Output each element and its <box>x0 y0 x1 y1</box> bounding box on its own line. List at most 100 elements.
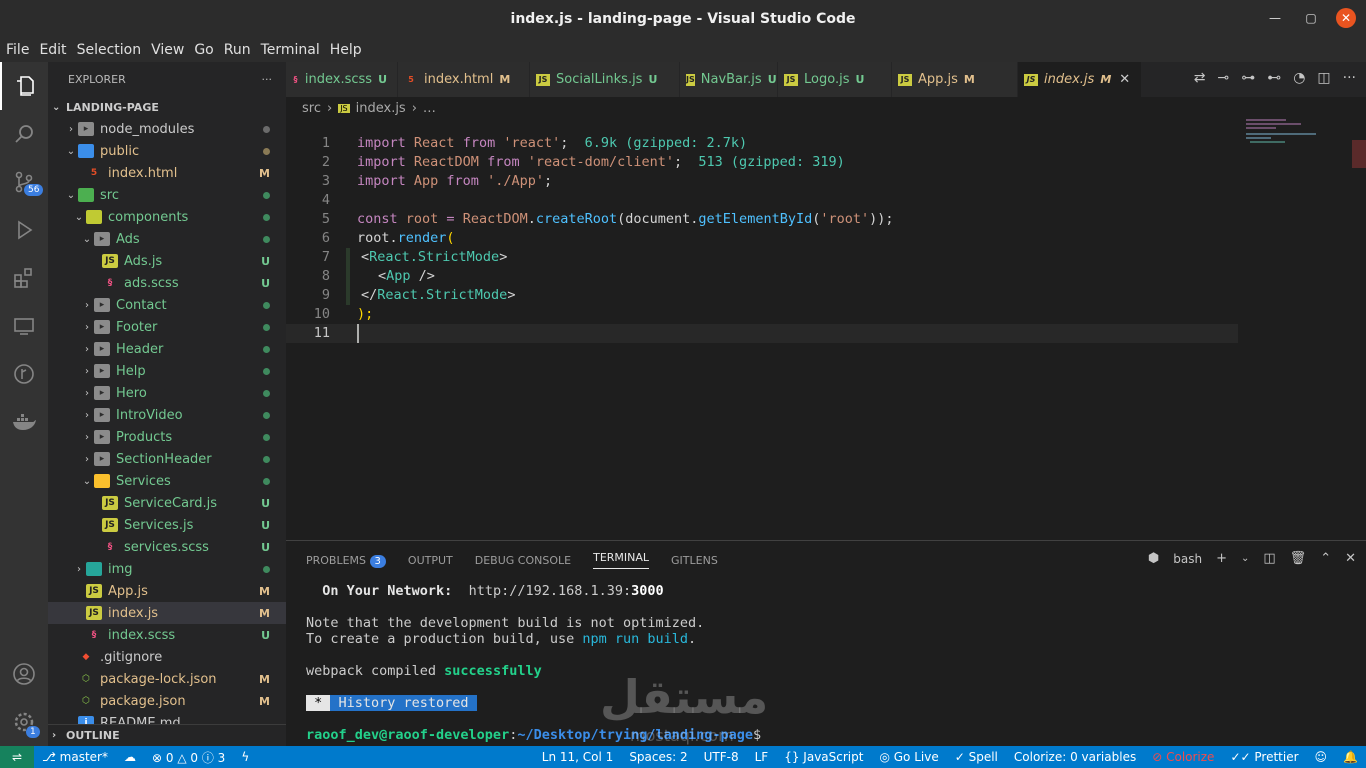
search-icon[interactable] <box>0 110 48 158</box>
menu-file[interactable]: File <box>6 42 29 58</box>
notifications-bell-icon[interactable]: 🔔 <box>1343 750 1358 764</box>
tree-item[interactable]: ⬡ package-lock.json M <box>48 668 286 690</box>
timeline-icon[interactable]: ◔ <box>1293 70 1305 86</box>
minimap[interactable] <box>1246 119 1356 149</box>
maximize-icon[interactable]: ▢ <box>1300 11 1322 25</box>
tree-item[interactable]: JS index.js M <box>48 602 286 624</box>
tree-item[interactable]: § index.scss U <box>48 624 286 646</box>
tree-item[interactable]: JS ServiceCard.js U <box>48 492 286 514</box>
breadcrumb-more[interactable]: … <box>423 101 436 116</box>
go-live-button[interactable]: ◎ Go Live <box>879 750 938 764</box>
code-editor[interactable]: 1 import React from 'react'; 6.9k (gzipp… <box>286 134 1366 343</box>
menu-go[interactable]: Go <box>194 42 213 58</box>
project-section-header[interactable]: ⌄ LANDING-PAGE <box>48 96 286 118</box>
extensions-icon[interactable] <box>0 254 48 302</box>
tree-item[interactable]: › ▸ Header <box>48 338 286 360</box>
tree-item[interactable]: › ▸ Contact <box>48 294 286 316</box>
tree-item[interactable]: › ▸ Hero <box>48 382 286 404</box>
tree-item[interactable]: ⌄ src <box>48 184 286 206</box>
tree-item[interactable]: ⬡ package.json M <box>48 690 286 712</box>
breadcrumb-folder[interactable]: src <box>302 101 321 116</box>
remote-indicator-icon[interactable]: ⇌ <box>0 746 34 768</box>
tab-output[interactable]: OUTPUT <box>408 554 453 567</box>
close-window-icon[interactable]: ✕ <box>1336 8 1356 28</box>
tree-item[interactable]: › ▸ IntroVideo <box>48 404 286 426</box>
tab-gitlens[interactable]: GITLENS <box>671 554 718 567</box>
terminal-dropdown-icon[interactable]: ⌄ <box>1241 553 1249 564</box>
tree-item[interactable]: › img <box>48 558 286 580</box>
tree-item[interactable]: § services.scss U <box>48 536 286 558</box>
gitlens-commit-icon[interactable]: ⊶ <box>1241 70 1255 86</box>
lightning-icon[interactable]: ϟ <box>241 750 249 764</box>
more-actions-icon[interactable]: ··· <box>1343 70 1356 86</box>
tree-item[interactable]: 5 index.html M <box>48 162 286 184</box>
run-debug-icon[interactable] <box>0 206 48 254</box>
maximize-panel-icon[interactable]: ⌃ <box>1320 551 1331 566</box>
language-mode[interactable]: {} JavaScript <box>784 750 863 764</box>
new-terminal-icon[interactable]: + <box>1216 551 1227 566</box>
menu-run[interactable]: Run <box>224 42 251 58</box>
remote-explorer-icon[interactable] <box>0 302 48 350</box>
tree-item[interactable]: ⌄ ▸ Ads <box>48 228 286 250</box>
explorer-icon[interactable] <box>0 62 48 110</box>
tab-navbar-js[interactable]: JS NavBar.js U <box>680 62 778 97</box>
tree-item[interactable]: › ▸ SectionHeader <box>48 448 286 470</box>
tree-item[interactable]: ⌄ Services <box>48 470 286 492</box>
end-of-line[interactable]: LF <box>755 750 769 764</box>
cursor-position[interactable]: Ln 11, Col 1 <box>542 750 614 764</box>
tab-index-scss[interactable]: § index.scss U <box>286 62 398 97</box>
tab-sociallinks-js[interactable]: JS SocialLinks.js U <box>530 62 680 97</box>
docker-icon[interactable] <box>0 398 48 446</box>
menu-view[interactable]: View <box>151 42 184 58</box>
tab-app-js[interactable]: JS App.js M <box>892 62 1018 97</box>
colorize-button[interactable]: ⊘ Colorize <box>1152 750 1214 764</box>
source-control-icon[interactable]: 56 <box>0 158 48 206</box>
menu-edit[interactable]: Edit <box>39 42 66 58</box>
minimize-icon[interactable]: — <box>1264 11 1286 25</box>
manage-gear-icon[interactable]: 1 <box>0 698 48 746</box>
split-terminal-icon[interactable]: ◫ <box>1263 551 1275 566</box>
menu-terminal[interactable]: Terminal <box>261 42 320 58</box>
tab-index-html[interactable]: 5 index.html M <box>398 62 530 97</box>
encoding[interactable]: UTF-8 <box>704 750 739 764</box>
feedback-icon[interactable]: ☺ <box>1315 750 1328 764</box>
outline-section-header[interactable]: › OUTLINE <box>48 724 286 746</box>
tree-item[interactable]: › ▸ Help <box>48 360 286 382</box>
tree-item[interactable]: § ads.scss U <box>48 272 286 294</box>
tab-debug-console[interactable]: DEBUG CONSOLE <box>475 554 571 567</box>
tab-problems[interactable]: PROBLEMS 3 <box>306 554 386 568</box>
compare-icon[interactable]: ⇄ <box>1194 70 1206 86</box>
tree-item[interactable]: ⌄ components <box>48 206 286 228</box>
sync-icon[interactable]: ☁ <box>124 750 136 764</box>
prettier-button[interactable]: ✓✓ Prettier <box>1230 750 1298 764</box>
tab-logo-js[interactable]: JS Logo.js U <box>778 62 892 97</box>
accounts-icon[interactable] <box>0 650 48 698</box>
tab-terminal[interactable]: TERMINAL <box>593 551 650 569</box>
menu-selection[interactable]: Selection <box>77 42 142 58</box>
problems-indicator[interactable]: ⊗ 0 △ 0 ⓘ 3 <box>152 749 225 766</box>
colorize-variables[interactable]: Colorize: 0 variables <box>1014 750 1136 764</box>
gitlens-prev-icon[interactable]: ⊸ <box>1217 70 1229 86</box>
tree-item[interactable]: JS Services.js U <box>48 514 286 536</box>
branch-indicator[interactable]: ⎇ master* <box>42 750 108 764</box>
indentation[interactable]: Spaces: 2 <box>629 750 687 764</box>
explorer-more-icon[interactable]: ··· <box>262 73 273 86</box>
menu-help[interactable]: Help <box>330 42 362 58</box>
tree-item[interactable]: › ▸ Products <box>48 426 286 448</box>
breadcrumb-file[interactable]: index.js <box>356 101 406 116</box>
tree-item[interactable]: JS App.js M <box>48 580 286 602</box>
gitlens-next-icon[interactable]: ⊷ <box>1267 70 1281 86</box>
close-tab-icon[interactable]: ✕ <box>1119 72 1130 87</box>
close-panel-icon[interactable]: ✕ <box>1345 551 1356 566</box>
tree-item[interactable]: ⌄ public <box>48 140 286 162</box>
tree-item[interactable]: › ▸ node_modules <box>48 118 286 140</box>
tree-item[interactable]: ◆ .gitignore <box>48 646 286 668</box>
kill-terminal-icon[interactable]: 🗑 <box>1290 551 1307 566</box>
terminal-shell-label[interactable]: bash <box>1173 552 1202 566</box>
gitlens-icon[interactable] <box>0 350 48 398</box>
tab-index-js[interactable]: JS index.js M ✕ <box>1018 62 1142 97</box>
tree-item[interactable]: JS Ads.js U <box>48 250 286 272</box>
tree-item[interactable]: › ▸ Footer <box>48 316 286 338</box>
split-editor-icon[interactable]: ◫ <box>1317 70 1330 86</box>
spell-button[interactable]: ✓ Spell <box>955 750 998 764</box>
